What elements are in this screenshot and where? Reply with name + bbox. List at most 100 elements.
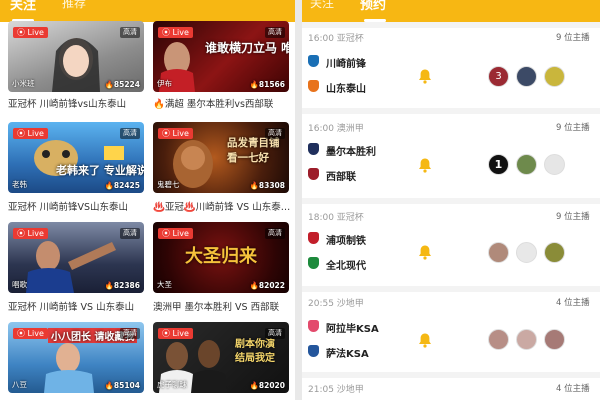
stream-card[interactable]: 品发青目铺 看一七好 ⦿ Live 高清 鬼碧七 🔥83308 bbox=[153, 122, 289, 193]
stream-title[interactable]: 亚冠杯 川崎前锋vs山东泰山 bbox=[8, 96, 146, 110]
streamer-name: 伊布 bbox=[157, 79, 172, 88]
stream-card[interactable]: 老韩来了 专业解说 ⦿ Live 高清 老韩 🔥82425 bbox=[8, 122, 144, 193]
anchor-count[interactable]: 4 位主播 bbox=[556, 296, 590, 308]
streamer-avatar[interactable] bbox=[488, 242, 509, 263]
schedule-panel: 关注 预约 16:00 亚冠杯 9 位主播 川崎前锋 山东泰山 3 16:00 … bbox=[302, 0, 600, 400]
heat-count: 🔥82425 bbox=[104, 181, 140, 190]
stream-title[interactable]: 🔥满超 墨尔本胜利vs西部联 bbox=[153, 96, 293, 110]
stream-title[interactable]: 亚冠杯 川崎前锋VS山东泰山 bbox=[8, 199, 146, 213]
heat-count: 🔥85224 bbox=[104, 80, 140, 89]
streamer-name: 小米班 bbox=[12, 79, 35, 88]
anchor-count[interactable]: 9 位主播 bbox=[556, 31, 590, 43]
tab-recommend[interactable]: 推荐 bbox=[62, 0, 86, 11]
match-time-league: 21:05 沙地甲 bbox=[308, 385, 364, 395]
home-team-logo bbox=[308, 320, 319, 332]
stream-card[interactable]: ⦿ Live 高清 唱歌 🔥82386 bbox=[8, 222, 144, 293]
hd-badge: 高清 bbox=[265, 128, 285, 139]
home-team-logo bbox=[308, 55, 319, 67]
away-team-name: 西部联 bbox=[326, 172, 356, 183]
home-team-logo bbox=[308, 143, 319, 155]
left-tab-bar: 关注 推荐 bbox=[0, 0, 295, 22]
right-tab-bar: 关注 预约 bbox=[302, 0, 600, 22]
away-team-logo bbox=[308, 168, 319, 180]
anchor-count[interactable]: 4 位主播 bbox=[556, 382, 590, 394]
home-team-name: 浦项制铁 bbox=[326, 236, 366, 247]
thumbnail-slogan: 剧本你演 结局我定 bbox=[235, 339, 275, 364]
live-badge: ⦿ Live bbox=[13, 27, 48, 38]
tab-follow[interactable]: 关注 bbox=[310, 0, 334, 11]
streamer-avatar[interactable]: 3 bbox=[488, 66, 509, 87]
hd-badge: 高清 bbox=[120, 228, 140, 239]
home-team-name: 川崎前锋 bbox=[326, 59, 366, 70]
streamer-avatar[interactable] bbox=[516, 154, 537, 175]
heat-count: 🔥82386 bbox=[104, 281, 140, 290]
heat-count: 🔥82020 bbox=[249, 381, 285, 390]
thumbnail-slogan: 谁敢横刀立马 唯我大帝克 bbox=[205, 41, 289, 55]
anchor-count[interactable]: 9 位主播 bbox=[556, 121, 590, 133]
streamer-name: 老韩 bbox=[12, 180, 27, 189]
thumbnail-slogan: 大圣归来 bbox=[185, 246, 257, 267]
stream-title[interactable]: 澳洲甲 墨尔本胜利 VS 西部联 bbox=[153, 299, 293, 313]
away-team-name: 全北现代 bbox=[326, 261, 366, 272]
heat-count: 🔥85104 bbox=[104, 381, 140, 390]
live-badge: ⦿ Live bbox=[158, 328, 193, 339]
streamer-avatar[interactable] bbox=[544, 154, 565, 175]
streamer-avatar[interactable] bbox=[488, 329, 509, 350]
stream-list-panel: 关注 推荐 ⦿ Live 高清 小米班 🔥85224 亚冠杯 川崎前锋vs山东泰… bbox=[0, 0, 295, 400]
streamer-name: 八豆 bbox=[12, 380, 27, 389]
live-badge: ⦿ Live bbox=[13, 328, 48, 339]
stream-card[interactable]: 小八团长 请收藏我 ⦿ Live 高清 八豆 🔥85104 bbox=[8, 322, 144, 393]
thumbnail-slogan: 老韩来了 专业解说 bbox=[56, 164, 144, 177]
streamer-avatar[interactable]: 1 bbox=[488, 154, 509, 175]
divider bbox=[302, 286, 600, 292]
hd-badge: 高清 bbox=[265, 228, 285, 239]
streamer-name: 鬼碧七 bbox=[157, 180, 180, 189]
heat-count: 🔥81566 bbox=[249, 80, 285, 89]
divider bbox=[302, 22, 600, 28]
streamer-avatar[interactable] bbox=[516, 242, 537, 263]
hd-badge: 高清 bbox=[265, 27, 285, 38]
divider bbox=[302, 372, 600, 378]
streamer-avatar[interactable] bbox=[516, 66, 537, 87]
bell-icon[interactable] bbox=[417, 68, 433, 84]
app-screenshot: 关注 推荐 ⦿ Live 高清 小米班 🔥85224 亚冠杯 川崎前锋vs山东泰… bbox=[0, 0, 600, 400]
streamer-avatar[interactable] bbox=[516, 329, 537, 350]
bell-icon[interactable] bbox=[417, 157, 433, 173]
live-badge: ⦿ Live bbox=[13, 128, 48, 139]
bell-icon[interactable] bbox=[417, 332, 433, 348]
away-team-logo bbox=[308, 345, 319, 357]
divider bbox=[302, 108, 600, 114]
match-time-league: 18:00 亚冠杯 bbox=[308, 213, 364, 223]
away-team-logo bbox=[308, 80, 319, 92]
streamer-name: 大圣 bbox=[157, 280, 172, 289]
stream-card[interactable]: 大圣归来 ⦿ Live 高清 大圣 🔥82022 bbox=[153, 222, 289, 293]
match-time-league: 16:00 澳洲甲 bbox=[308, 124, 364, 134]
away-team-name: 萨法KSA bbox=[326, 349, 369, 360]
streamer-avatar[interactable] bbox=[544, 242, 565, 263]
home-team-name: 墨尔本胜利 bbox=[326, 147, 376, 158]
hd-badge: 高清 bbox=[120, 27, 140, 38]
live-badge: ⦿ Live bbox=[158, 228, 193, 239]
streamer-avatar[interactable] bbox=[544, 66, 565, 87]
home-team-name: 阿拉毕KSA bbox=[326, 324, 379, 335]
hd-badge: 高清 bbox=[265, 328, 285, 339]
away-team-logo bbox=[308, 257, 319, 269]
stream-title[interactable]: 亚冠杯 川崎前锋 VS 山东泰山 bbox=[8, 299, 146, 313]
tab-follow[interactable]: 关注 bbox=[10, 0, 36, 13]
match-time-league: 20:55 沙地甲 bbox=[308, 299, 364, 309]
thumbnail-slogan: 品发青目铺 看一七好 bbox=[227, 137, 280, 164]
bell-icon[interactable] bbox=[417, 244, 433, 260]
streamer-name: 虎子聊球 bbox=[157, 380, 187, 389]
heat-count: 🔥82022 bbox=[249, 281, 285, 290]
stream-title[interactable]: ♨️亚冠♨️川崎前锋 VS 山东泰… bbox=[153, 199, 293, 213]
stream-card[interactable]: 剧本你演 结局我定 ⦿ Live 高清 虎子聊球 🔥82020 bbox=[153, 322, 289, 393]
stream-card[interactable]: ⦿ Live 高清 小米班 🔥85224 bbox=[8, 21, 144, 92]
hd-badge: 高清 bbox=[120, 128, 140, 139]
anchor-count[interactable]: 9 位主播 bbox=[556, 210, 590, 222]
streamer-avatar[interactable] bbox=[544, 329, 565, 350]
stream-card[interactable]: 谁敢横刀立马 唯我大帝克 ⦿ Live 高清 伊布 🔥81566 bbox=[153, 21, 289, 92]
streamer-name: 唱歌 bbox=[12, 280, 27, 289]
tab-reservation[interactable]: 预约 bbox=[360, 0, 386, 13]
home-team-logo bbox=[308, 232, 319, 244]
away-team-name: 山东泰山 bbox=[326, 84, 366, 95]
